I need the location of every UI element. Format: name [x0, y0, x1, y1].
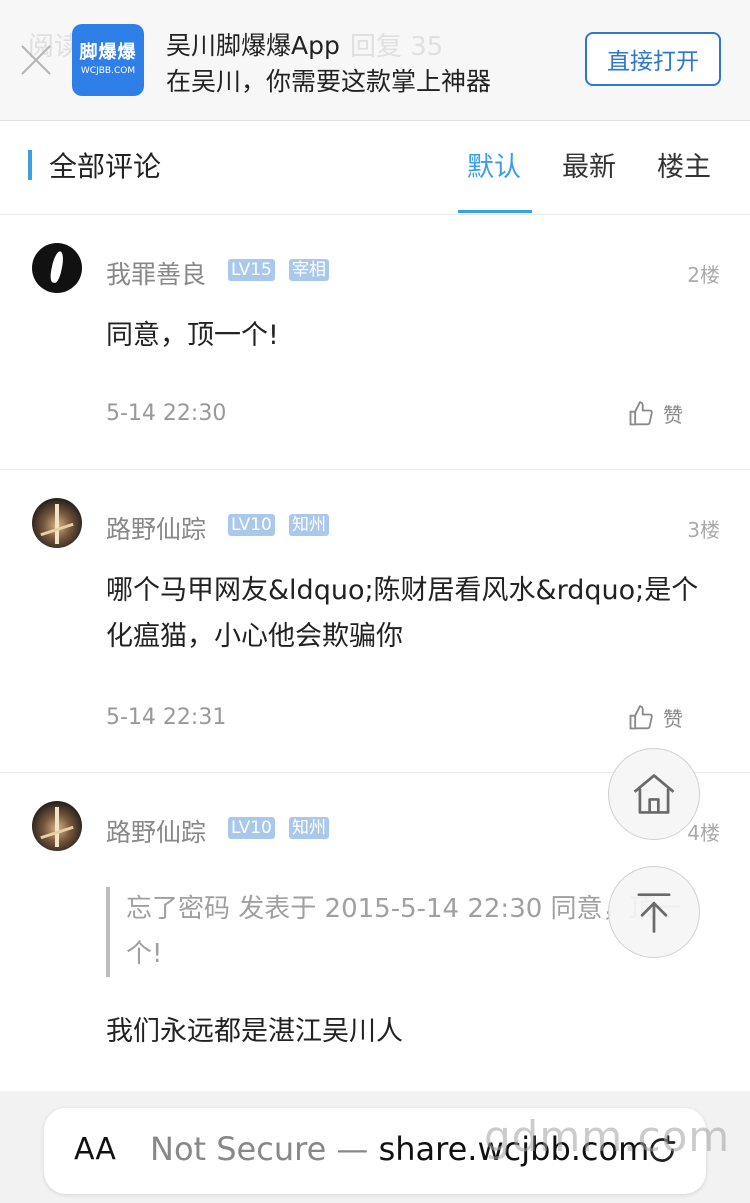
- app-logo[interactable]: 脚爆爆 WCJBB.COM: [72, 24, 144, 96]
- section-title: 全部评论: [49, 150, 162, 183]
- thumbs-up-icon: [629, 400, 653, 425]
- comment-text: 我们永远都是湛江吴川人: [106, 1016, 403, 1047]
- ghost-reply-count: 回复 35: [350, 32, 444, 62]
- accent-bar: [28, 150, 32, 180]
- comment-item: 路野仙踪 LV10 知州 3楼 哪个马甲网友&ldquo;陈财居看风水&rdqu…: [0, 470, 750, 773]
- like-label: 赞: [663, 403, 683, 427]
- home-button[interactable]: [608, 748, 700, 840]
- rank-badge: 知州: [289, 817, 329, 839]
- comments-header: 全部评论 默认 最新 楼主: [0, 121, 750, 215]
- like-button[interactable]: 赞: [627, 399, 683, 428]
- level-badge: LV15: [228, 259, 275, 281]
- tab-owner[interactable]: 楼主: [657, 145, 711, 184]
- security-label: Not Secure —: [150, 1130, 379, 1168]
- back-to-top-button[interactable]: [608, 866, 700, 958]
- user-name[interactable]: 路野仙踪: [106, 510, 206, 546]
- open-app-button[interactable]: 直接打开: [585, 32, 721, 86]
- avatar[interactable]: [32, 243, 82, 293]
- floor-number: 3楼: [687, 518, 720, 542]
- tab-latest[interactable]: 最新: [562, 145, 616, 184]
- comment-time: 5-14 22:31: [106, 705, 227, 730]
- like-button[interactable]: 赞: [627, 703, 683, 732]
- thumbs-up-icon: [629, 704, 653, 729]
- comment-time: 5-14 22:30: [106, 401, 227, 426]
- banner-title: 吴川脚爆爆App: [166, 31, 340, 60]
- user-name[interactable]: 我罪善良: [106, 255, 206, 291]
- close-banner-button[interactable]: [18, 42, 54, 78]
- logo-text: 脚爆爆: [79, 42, 137, 63]
- level-badge: LV10: [228, 514, 275, 536]
- rank-badge: 知州: [289, 514, 329, 536]
- tab-default[interactable]: 默认: [467, 145, 521, 184]
- avatar[interactable]: [32, 498, 82, 548]
- floor-number: 4楼: [687, 821, 720, 845]
- like-label: 赞: [663, 707, 683, 731]
- active-tab-indicator: [458, 210, 532, 213]
- comment-item: 我罪善良 LV15 宰相 2楼 同意，顶一个! 5-14 22:30 赞: [0, 215, 750, 470]
- home-icon: [633, 774, 675, 814]
- arrow-up-icon: [637, 893, 671, 933]
- avatar[interactable]: [32, 801, 82, 851]
- level-badge: LV10: [228, 817, 275, 839]
- logo-domain: WCJBB.COM: [80, 66, 136, 76]
- user-name[interactable]: 路野仙踪: [106, 813, 206, 849]
- reader-settings-button[interactable]: AA: [74, 1132, 116, 1167]
- aa-label: AA: [74, 1132, 116, 1167]
- watermark-text: gdmm.com: [484, 1112, 731, 1161]
- rank-badge: 宰相: [289, 259, 329, 281]
- comment-text: 同意，顶一个!: [106, 320, 279, 351]
- banner-subtitle: 在吴川，你需要这款掌上神器: [166, 67, 492, 96]
- comment-text: 哪个马甲网友&ldquo;陈财居看风水&rdquo;是个化瘟猫，小心他会欺骗你: [106, 575, 699, 652]
- app-download-banner: 阅读 回复 35 举报 脚爆爆 WCJBB.COM 吴川脚爆爆App 在吴川，你…: [0, 0, 750, 121]
- floor-number: 2楼: [687, 263, 720, 287]
